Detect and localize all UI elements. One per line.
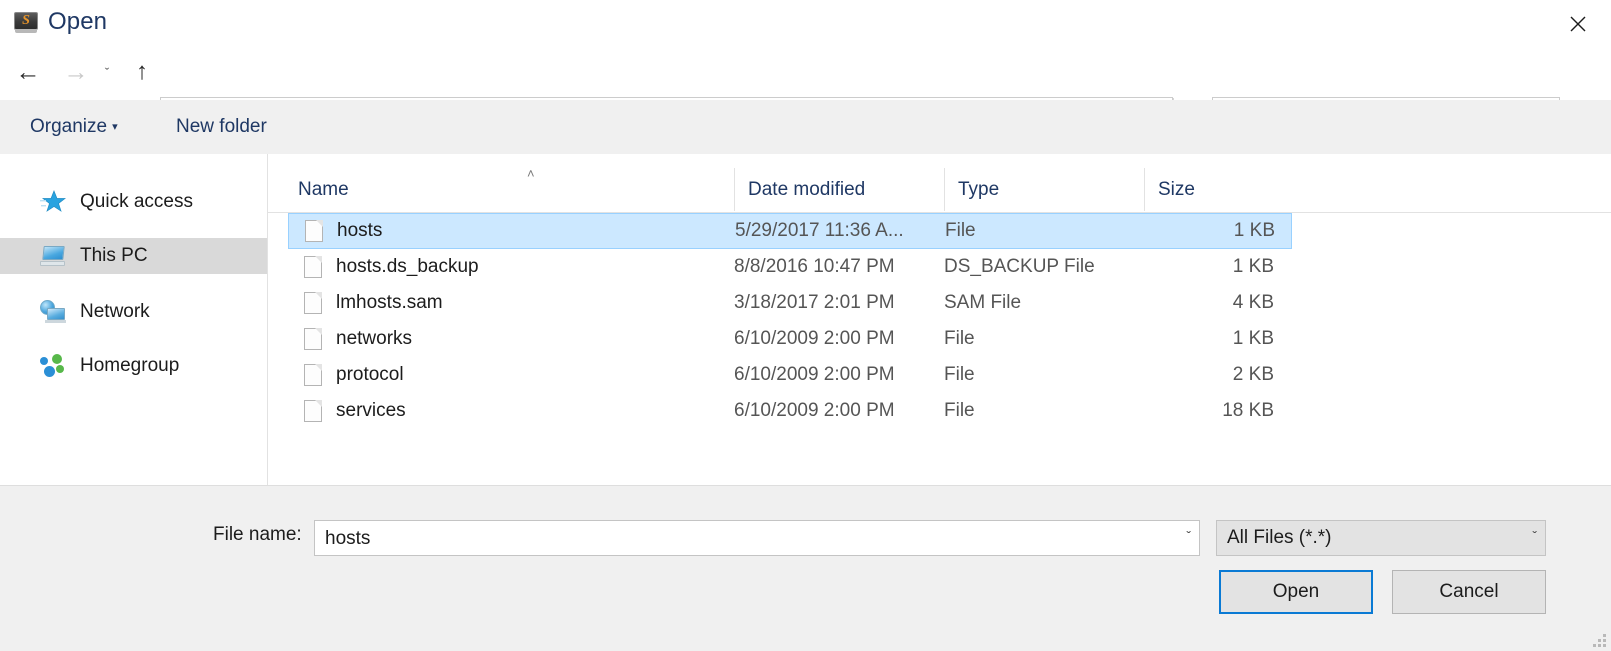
column-header-size[interactable]: Size — [1144, 168, 1280, 211]
table-row[interactable]: lmhosts.sam 3/18/2017 2:01 PM SAM File 4… — [288, 285, 1292, 321]
file-name-input[interactable] — [323, 521, 1147, 557]
command-toolbar: Organize▾ New folder ˇ ? — [0, 100, 1611, 154]
navigation-sidebar: Quick access This PC Network Homegroup — [0, 154, 268, 485]
file-date-modified: 5/29/2017 11:36 A... — [735, 220, 945, 242]
organize-button[interactable]: Organize ▾ — [22, 112, 126, 142]
file-name: hosts — [337, 220, 735, 242]
sublime-text-icon: S — [14, 10, 38, 34]
chevron-down-icon: ▾ — [112, 121, 118, 133]
close-icon[interactable] — [1545, 0, 1611, 44]
open-button[interactable]: Open — [1219, 570, 1373, 614]
file-icon — [304, 364, 322, 386]
file-name: networks — [336, 328, 734, 350]
column-header-type[interactable]: Type — [944, 168, 1144, 211]
column-header-name[interactable]: ˄ Name — [288, 168, 734, 211]
file-icon — [304, 292, 322, 314]
file-icon — [304, 400, 322, 422]
sidebar-item-label: Homegroup — [80, 355, 179, 377]
cancel-button[interactable]: Cancel — [1392, 570, 1546, 614]
forward-icon[interactable]: → — [58, 54, 94, 90]
file-type: File — [945, 220, 1145, 242]
dialog-footer: File name: ˇ All Files (*.*) ˇ Open Canc… — [0, 485, 1611, 651]
file-size: 18 KB — [1144, 400, 1274, 422]
file-size: 1 KB — [1144, 256, 1274, 278]
table-row[interactable]: protocol 6/10/2009 2:00 PM File 2 KB — [288, 357, 1292, 393]
sort-ascending-icon: ˄ — [527, 169, 535, 179]
homegroup-icon — [40, 354, 70, 378]
sidebar-item-this-pc[interactable]: This PC — [0, 238, 267, 274]
file-date-modified: 3/18/2017 2:01 PM — [734, 292, 944, 314]
main-content: Quick access This PC Network Homegroup — [0, 154, 1611, 485]
sidebar-item-homegroup[interactable]: Homegroup — [0, 348, 267, 384]
file-name-combobox[interactable]: ˇ — [314, 520, 1200, 556]
chevron-down-icon[interactable]: ˇ — [1532, 528, 1537, 544]
column-headers: ˄ Name Date modified Type Size — [268, 168, 1611, 213]
file-type-filter-value: All Files (*.*) — [1227, 521, 1332, 555]
title-bar: S Open — [0, 0, 1611, 44]
file-size: 1 KB — [1144, 328, 1274, 350]
file-icon — [304, 328, 322, 350]
recent-locations-icon[interactable]: ˇ — [94, 62, 120, 84]
column-header-label: Name — [298, 179, 349, 200]
sidebar-item-quick-access[interactable]: Quick access — [0, 184, 267, 220]
navigation-bar: ← → ˇ ↑ › This PC › OS (C:) › Windows › … — [0, 44, 1611, 100]
file-date-modified: 6/10/2009 2:00 PM — [734, 400, 944, 422]
file-date-modified: 6/10/2009 2:00 PM — [734, 328, 944, 350]
file-name: hosts.ds_backup — [336, 256, 734, 278]
column-header-date-modified[interactable]: Date modified — [734, 168, 944, 211]
organize-label: Organize — [30, 116, 107, 137]
window-title: Open — [48, 8, 107, 36]
file-type-filter-dropdown[interactable]: All Files (*.*) ˇ — [1216, 520, 1546, 556]
file-icon — [304, 256, 322, 278]
table-row[interactable]: services 6/10/2009 2:00 PM File 18 KB — [288, 393, 1292, 429]
file-icon — [305, 220, 323, 242]
sidebar-item-label: Network — [80, 301, 150, 323]
back-icon[interactable]: ← — [10, 54, 46, 90]
table-row[interactable]: hosts.ds_backup 8/8/2016 10:47 PM DS_BAC… — [288, 249, 1292, 285]
file-size: 4 KB — [1144, 292, 1274, 314]
star-icon — [40, 190, 70, 214]
up-icon[interactable]: ↑ — [124, 54, 160, 90]
chevron-down-icon[interactable]: ˇ — [1186, 528, 1191, 544]
file-name: protocol — [336, 364, 734, 386]
file-type: SAM File — [944, 292, 1144, 314]
file-name: lmhosts.sam — [336, 292, 734, 314]
sidebar-item-label: Quick access — [80, 191, 193, 213]
sidebar-item-label: This PC — [80, 245, 148, 267]
monitor-icon — [40, 244, 70, 268]
file-type: File — [944, 400, 1144, 422]
file-type: File — [944, 328, 1144, 350]
resize-grip[interactable] — [1593, 634, 1607, 648]
table-row[interactable]: networks 6/10/2009 2:00 PM File 1 KB — [288, 321, 1292, 357]
file-date-modified: 6/10/2009 2:00 PM — [734, 364, 944, 386]
file-type: File — [944, 364, 1144, 386]
sidebar-item-network[interactable]: Network — [0, 294, 267, 330]
file-name-label: File name: — [213, 524, 302, 546]
table-row[interactable]: hosts 5/29/2017 11:36 A... File 1 KB — [288, 213, 1292, 249]
new-folder-button[interactable]: New folder — [168, 112, 275, 142]
file-list: ˄ Name Date modified Type Size hosts 5/2… — [268, 154, 1611, 485]
open-file-dialog: S Open ← → ˇ ↑ › This PC › OS (C:) › Win… — [0, 0, 1611, 650]
file-size: 2 KB — [1144, 364, 1274, 386]
network-icon — [40, 300, 70, 324]
file-type: DS_BACKUP File — [944, 256, 1144, 278]
file-date-modified: 8/8/2016 10:47 PM — [734, 256, 944, 278]
file-name: services — [336, 400, 734, 422]
file-size: 1 KB — [1145, 220, 1275, 242]
